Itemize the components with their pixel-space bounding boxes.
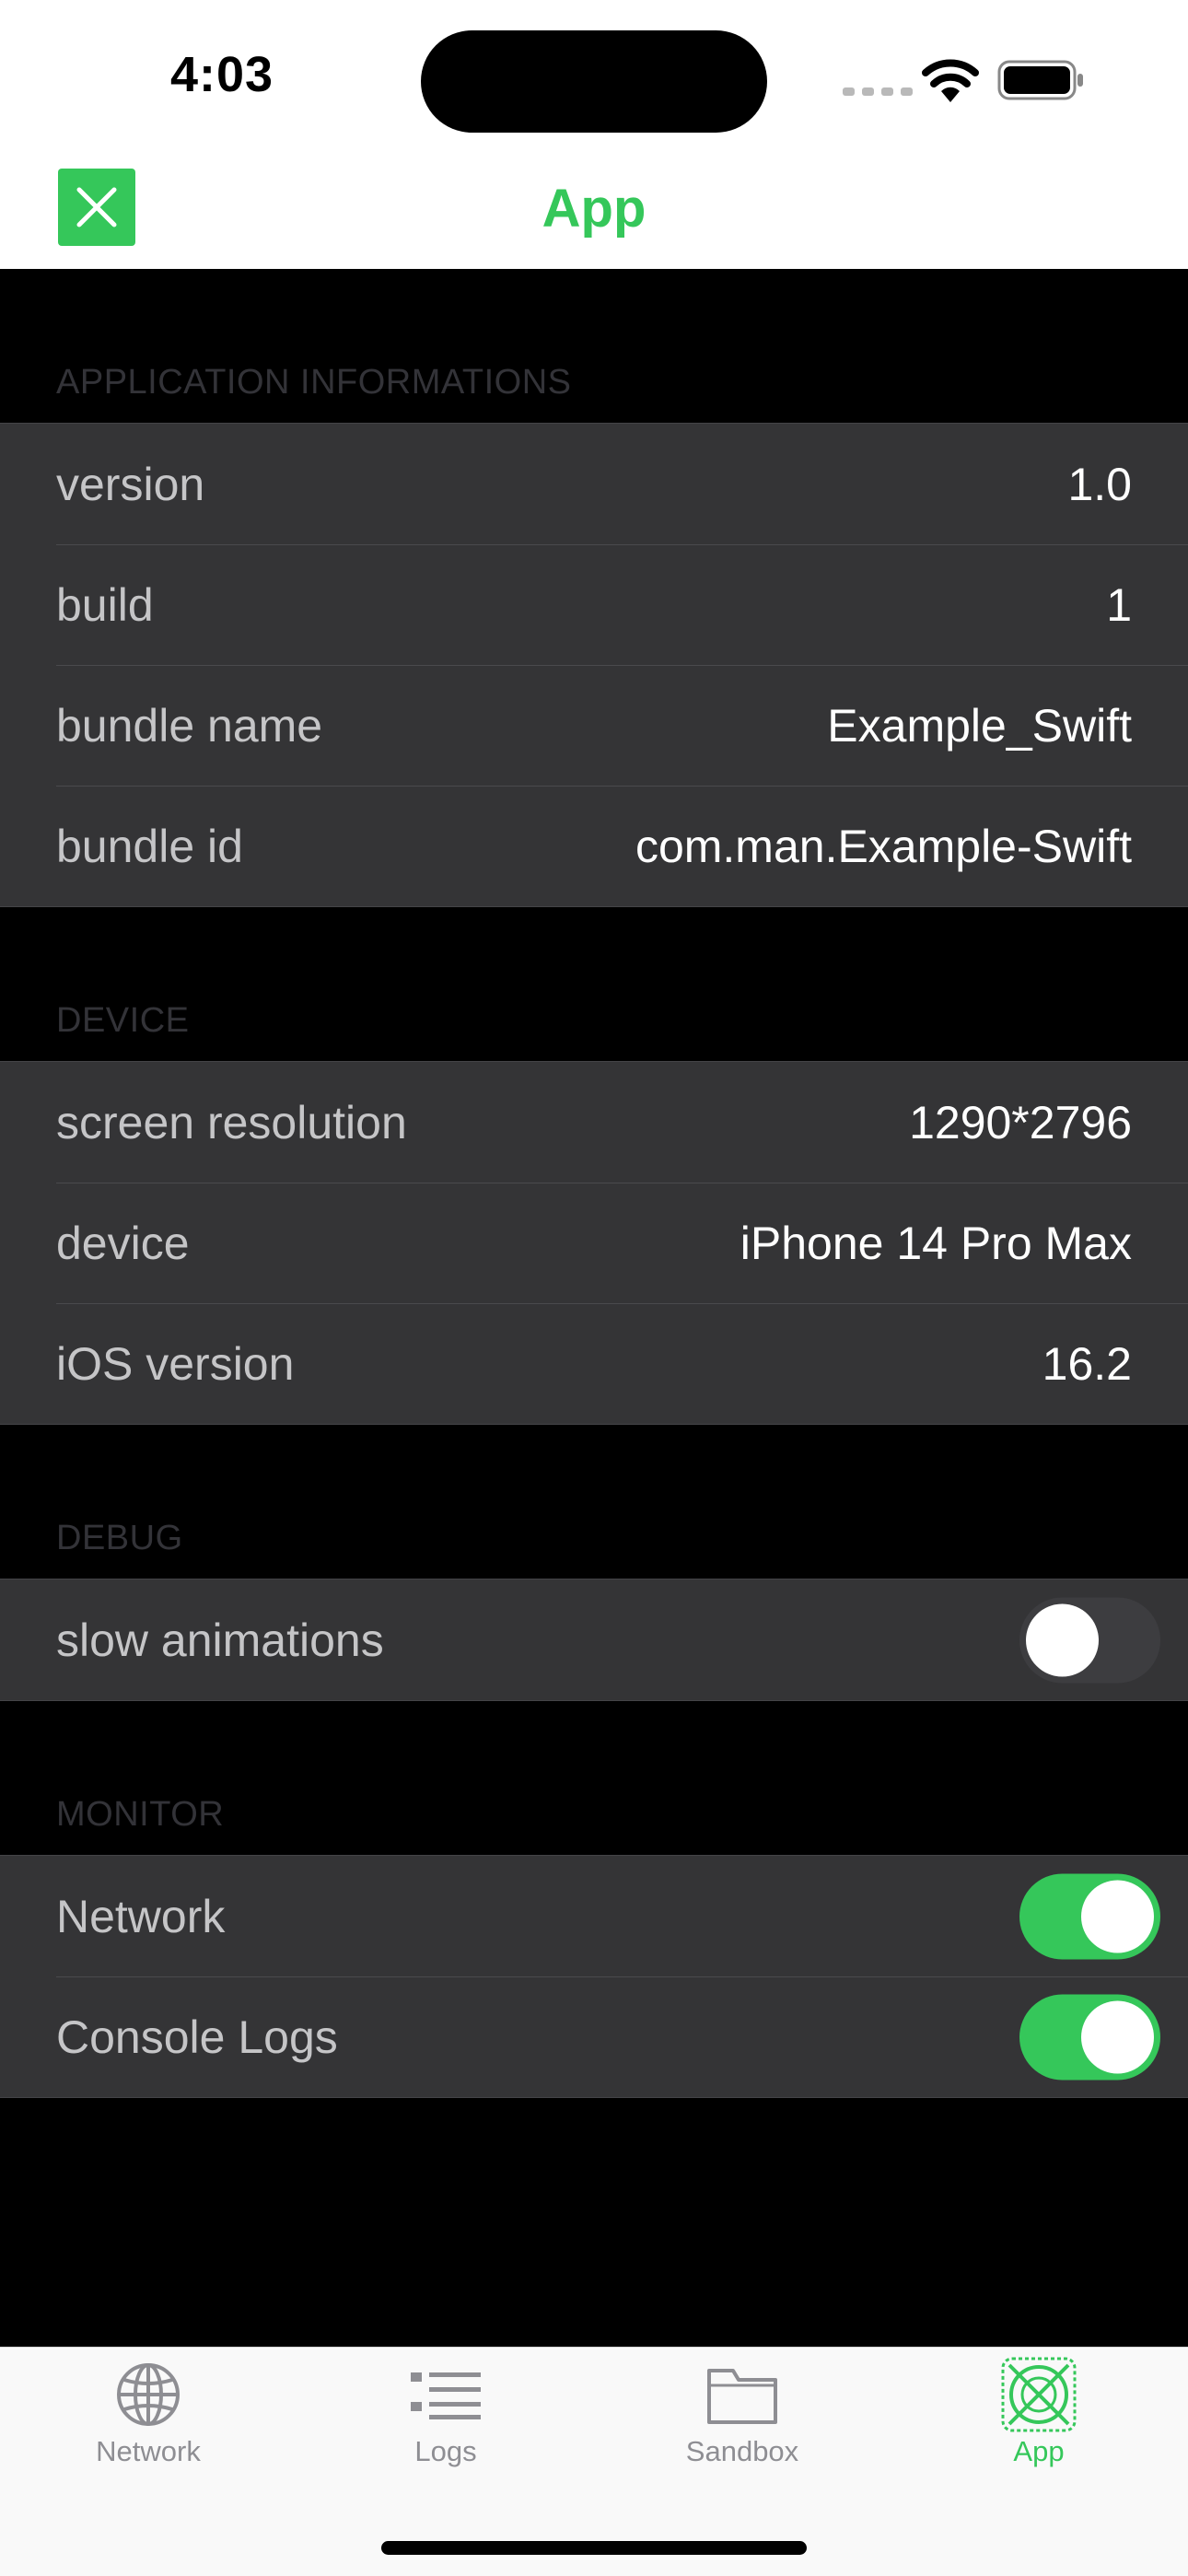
section-monitor: Network Console Logs [0,1855,1188,2098]
tab-logs[interactable]: Logs [354,2361,538,2468]
row-label: build [56,578,154,631]
row-console-logs: Console Logs [0,1976,1188,2097]
network-toggle[interactable] [1019,1873,1160,1959]
tab-label: Network [96,2435,201,2467]
row-label: slow animations [56,1614,384,1666]
row-label: iOS version [56,1337,295,1390]
row-bundle-name: bundle name Example_Swift [0,665,1188,786]
row-label: version [56,458,205,510]
row-label: Console Logs [56,2011,338,2063]
status-time: 4:03 [170,47,274,102]
row-label: screen resolution [56,1096,407,1148]
row-slow-animations: slow animations [0,1579,1188,1700]
slow-animations-toggle[interactable] [1019,1597,1160,1683]
row-ios-version: iOS version 16.2 [0,1303,1188,1424]
row-label: bundle id [56,820,243,872]
row-value: iPhone 14 Pro Max [740,1217,1132,1269]
section-header-device: DEVICE [56,1001,190,1040]
list-icon [411,2372,481,2419]
row-value: 1290*2796 [909,1096,1132,1148]
section-header-debug: DEBUG [56,1519,183,1557]
signal-dots-icon [843,87,913,96]
tab-network[interactable]: Network [56,2361,240,2468]
row-value: 1 [1106,578,1132,631]
battery-icon [997,60,1083,100]
row-screen-resolution: screen resolution 1290*2796 [0,1062,1188,1183]
row-value: 16.2 [1042,1337,1132,1390]
section-header-monitor: MONITOR [56,1795,225,1834]
settings-list: APPLICATION INFORMATIONS version 1.0 bui… [0,269,1188,2098]
section-debug: slow animations [0,1579,1188,1701]
row-value: 1.0 [1067,458,1132,510]
row-label: device [56,1217,190,1269]
row-build: build 1 [0,544,1188,665]
dynamic-island [421,30,767,133]
row-network: Network [0,1856,1188,1976]
globe-icon [117,2363,180,2426]
row-label: bundle name [56,699,323,752]
app-icon [1001,2357,1077,2432]
section-header-application: APPLICATION INFORMATIONS [56,363,572,402]
status-bar: 4:03 [0,0,1188,152]
section-device: screen resolution 1290*2796 device iPhon… [0,1061,1188,1425]
tab-label: Logs [414,2435,477,2467]
row-value: com.man.Example-Swift [635,820,1132,872]
console-logs-toggle[interactable] [1019,1994,1160,2080]
wifi-icon [922,59,979,102]
page-title: App [542,179,646,239]
tab-label: App [1013,2435,1065,2467]
tab-app[interactable]: App [947,2357,1131,2468]
row-bundle-id: bundle id com.man.Example-Swift [0,786,1188,906]
tab-label: Sandbox [685,2435,799,2467]
home-indicator[interactable] [381,2541,807,2555]
row-value: Example_Swift [827,699,1132,752]
row-version: version 1.0 [0,424,1188,544]
navigation-bar: App [0,152,1188,269]
row-device: device iPhone 14 Pro Max [0,1183,1188,1303]
row-label: Network [56,1890,226,1942]
folder-icon [707,2369,777,2424]
section-application: version 1.0 build 1 bundle name Example_… [0,423,1188,907]
tab-sandbox[interactable]: Sandbox [650,2361,834,2468]
